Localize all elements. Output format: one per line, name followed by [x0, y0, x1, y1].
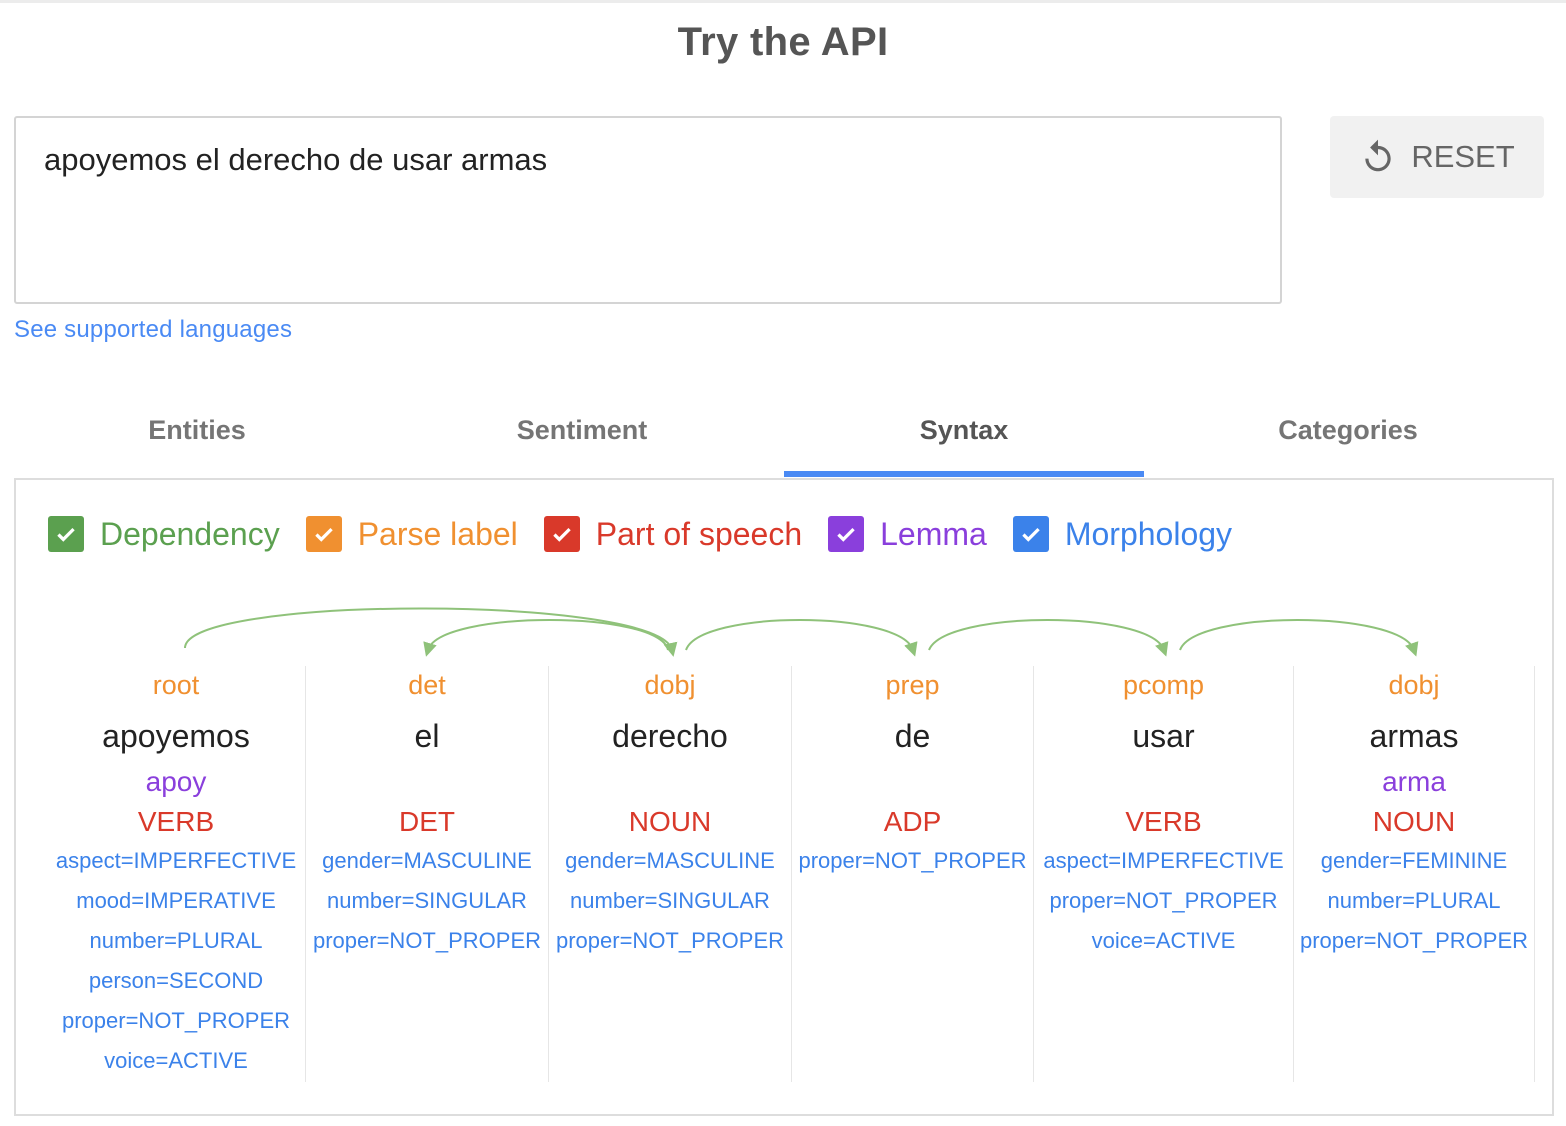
- morphology-feature: proper=NOT_PROPER: [61, 1008, 291, 1033]
- token-word: derecho: [612, 718, 728, 754]
- morphology-list: proper=NOT_PROPER: [792, 846, 1033, 886]
- check-icon: [837, 527, 855, 542]
- check-icon: [314, 527, 333, 542]
- morphology-feature: number=PLURAL: [1327, 888, 1501, 913]
- parse-label: pcomp: [1122, 670, 1205, 700]
- morphology-feature: gender=MASCULINE: [565, 848, 775, 873]
- part-of-speech: NOUN: [628, 806, 712, 837]
- legend-label: Parse label: [357, 515, 518, 552]
- morphology-feature: number=SINGULAR: [570, 888, 770, 913]
- reset-label: RESET: [1411, 139, 1515, 174]
- part-of-speech: VERB: [137, 806, 215, 837]
- morphology-feature: number=PLURAL: [89, 928, 263, 953]
- morphology-feature: proper=NOT_PROPER: [555, 928, 785, 953]
- morphology-list: aspect=IMPERFECTIVE proper=NOT_PROPER vo…: [1034, 846, 1293, 966]
- token-word: de: [894, 718, 931, 754]
- token-word: apoyemos: [102, 718, 250, 754]
- legend-label: Lemma: [880, 515, 987, 552]
- part-of-speech: DET: [399, 806, 455, 837]
- morphology-feature: proper=NOT_PROPER: [798, 848, 1027, 873]
- morphology-list: gender=FEMININE number=PLURAL proper=NOT…: [1294, 846, 1534, 966]
- legend-label: Part of speech: [595, 515, 803, 552]
- part-of-speech: ADP: [883, 806, 942, 837]
- active-tab-indicator: [784, 471, 1144, 477]
- tab-entities[interactable]: Entities: [14, 408, 380, 478]
- check-icon: [553, 527, 571, 542]
- parse-label: dobj: [644, 670, 696, 700]
- legend-dependency[interactable]: Dependency: [48, 516, 280, 553]
- morphology-feature: gender=FEMININE: [1320, 848, 1508, 873]
- morphology-checkbox[interactable]: [1012, 516, 1049, 552]
- morphology-feature: proper=NOT_PROPER: [1049, 888, 1278, 913]
- morphology-list: gender=MASCULINE number=SINGULAR proper=…: [549, 846, 791, 966]
- morphology-feature: proper=NOT_PROPER: [1299, 928, 1529, 953]
- morphology-feature: aspect=IMPERFECTIVE: [1043, 848, 1284, 873]
- parse-label: root: [152, 670, 200, 700]
- lemma-checkbox[interactable]: [828, 516, 865, 552]
- parse-label: dobj: [1388, 670, 1440, 700]
- morphology-feature: proper=NOT_PROPER: [312, 928, 542, 953]
- dependency-checkbox[interactable]: [48, 516, 84, 552]
- token-lemma: arma: [1382, 766, 1446, 797]
- part-of-speech: NOUN: [1372, 806, 1456, 837]
- token-word: el: [414, 718, 440, 754]
- reset-icon: [1359, 138, 1397, 176]
- token-word: armas: [1369, 718, 1459, 754]
- legend-part-of-speech[interactable]: Part of speech: [543, 515, 803, 553]
- column-divider: [1534, 666, 1535, 1082]
- morphology-feature: gender=MASCULINE: [322, 848, 532, 873]
- morphology-list: gender=MASCULINE number=SINGULAR proper=…: [306, 846, 548, 966]
- morphology-feature: number=SINGULAR: [327, 888, 527, 913]
- morphology-list: aspect=IMPERFECTIVE mood=IMPERATIVE numb…: [46, 846, 306, 1086]
- parse-label-checkbox[interactable]: [305, 516, 342, 552]
- legend-label: Morphology: [1064, 515, 1233, 552]
- parse-label: det: [408, 670, 446, 700]
- token-word: usar: [1132, 718, 1195, 754]
- tab-categories[interactable]: Categories: [1164, 408, 1532, 478]
- text-input[interactable]: apoyemos el derecho de usar armas: [14, 116, 1282, 304]
- morphology-feature: voice=ACTIVE: [1091, 928, 1236, 953]
- legend-label: Dependency: [100, 515, 280, 552]
- part-of-speech: VERB: [1125, 806, 1202, 837]
- legend: Dependency Parse label Part of speech Le…: [48, 512, 1258, 556]
- morphology-feature: mood=IMPERATIVE: [76, 888, 276, 913]
- legend-morphology[interactable]: Morphology: [1012, 515, 1233, 553]
- supported-languages-link[interactable]: See supported languages: [14, 316, 292, 344]
- page-title: Try the API: [677, 20, 889, 64]
- token-lemma: apoy: [145, 766, 207, 797]
- top-divider: [0, 0, 1566, 3]
- morphology-feature: person=SECOND: [88, 968, 264, 993]
- tab-syntax[interactable]: Syntax: [784, 408, 1144, 478]
- legend-parse-label[interactable]: Parse label: [305, 515, 518, 553]
- tab-sentiment[interactable]: Sentiment: [400, 408, 764, 478]
- check-icon: [57, 527, 75, 542]
- legend-lemma[interactable]: Lemma: [828, 516, 987, 553]
- parse-label: prep: [885, 670, 940, 700]
- reset-button[interactable]: RESET: [1330, 116, 1544, 198]
- part-of-speech-checkbox[interactable]: [543, 516, 580, 552]
- morphology-feature: voice=ACTIVE: [104, 1048, 248, 1073]
- check-icon: [1022, 527, 1040, 542]
- morphology-feature: aspect=IMPERFECTIVE: [55, 848, 297, 873]
